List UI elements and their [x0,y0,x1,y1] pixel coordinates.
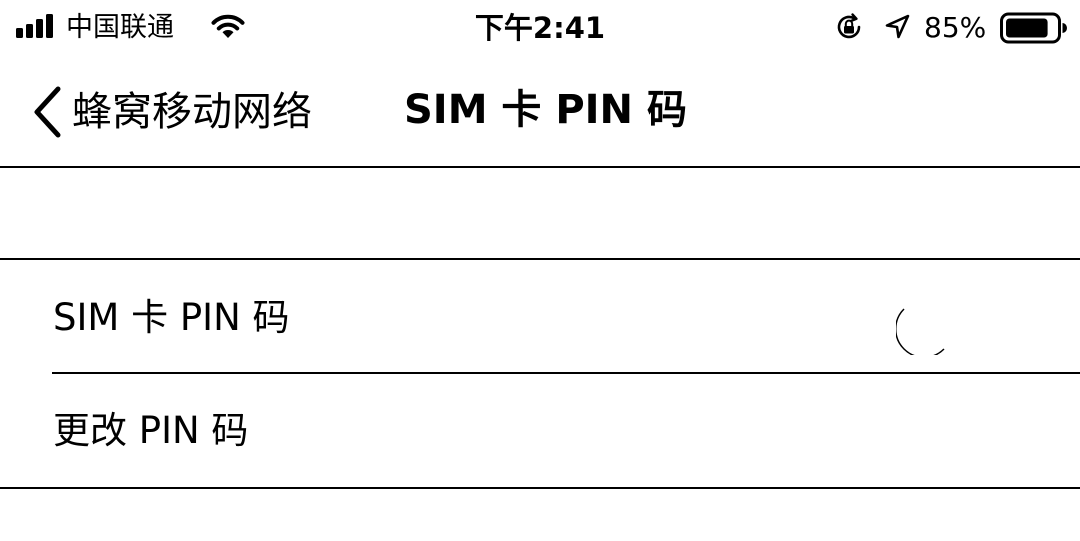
status-bar: 中国联通 下午2:41 85% [0,0,1080,56]
back-button-label: 蜂窝移动网络 [72,89,312,135]
carrier-name: 中国联通 [66,12,174,43]
loading-spinner-icon [896,308,945,355]
location-arrow-icon [885,14,910,39]
chevron-left-icon [34,86,61,138]
rotation-lock-icon [837,13,861,39]
status-time: 下午2:41 [474,11,606,45]
sim-pin-label: SIM 卡 PIN 码 [53,296,290,339]
page-title: SIM 卡 PIN 码 [404,87,687,133]
change-pin-row[interactable]: 更改 PIN 码 [0,374,1080,487]
battery-percentage: 85% [924,11,987,44]
back-button[interactable]: 蜂窝移动网络 [30,82,312,142]
change-pin-label: 更改 PIN 码 [53,409,249,452]
group-bottom-divider [0,487,1080,489]
cellular-signal-icon [16,12,60,38]
navigation-bar: 蜂窝移动网络 SIM 卡 PIN 码 [0,56,1080,166]
nav-divider [0,166,1080,168]
wifi-icon [211,14,245,38]
battery-icon [1000,12,1067,44]
